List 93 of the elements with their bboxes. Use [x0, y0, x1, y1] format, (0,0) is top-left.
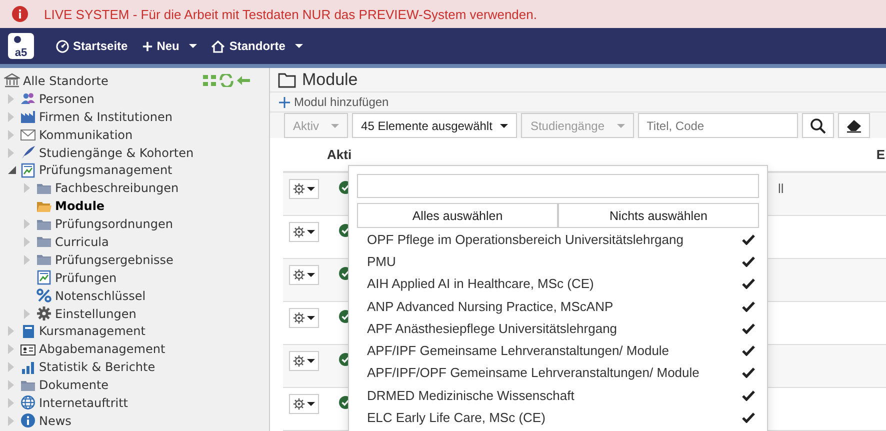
add-module-link[interactable]: Modul hinzufügen	[279, 95, 389, 110]
tree-item[interactable]: Prüfungsergebnisse	[55, 252, 174, 267]
gear-icon	[293, 398, 305, 410]
dropdown-option[interactable]: APF/IPF Gemeinsame Lehrveranstaltungen/ Module	[357, 339, 759, 362]
exam-icon	[36, 270, 52, 286]
tree-item[interactable]: Prüfungen	[55, 270, 117, 285]
tree-item[interactable]: Firmen & Institutionen	[39, 110, 172, 124]
program-select-dropdown[interactable]: 45 Elemente ausgewählt	[352, 113, 518, 138]
tree-item[interactable]: Statistik & Berichte	[39, 360, 156, 374]
select-none-button[interactable]: Nichts auswählen	[558, 203, 759, 228]
row-actions-button[interactable]	[289, 265, 319, 285]
page-title: Module	[302, 70, 358, 90]
search-field[interactable]: Titel, Code	[638, 113, 798, 138]
tree-item[interactable]: Abgabemanagement	[39, 342, 166, 356]
option-label: ELC Early Life Care, MSc (CE)	[367, 410, 546, 426]
row-actions-button[interactable]	[289, 179, 319, 199]
option-label: DRMED Medizinische Wissenschaft	[367, 388, 574, 403]
plus-icon	[279, 96, 290, 108]
tree-item[interactable]: News	[39, 414, 72, 428]
gear-icon	[293, 312, 305, 324]
option-label: AIH Applied AI in Healthcare, MSc (CE)	[367, 276, 594, 292]
folder-icon	[36, 252, 52, 268]
option-label: ANP Advanced Nursing Practice, MScANP	[367, 298, 614, 314]
collapse-icon[interactable]	[202, 74, 217, 88]
select-all-button[interactable]: Alles auswählen	[357, 203, 558, 228]
mail-icon	[20, 127, 36, 142]
option-label: APF/IPF Gemeinsame Lehrveranstaltungen/ Module	[367, 343, 670, 358]
tree-item[interactable]: Kommunikation	[39, 128, 133, 142]
tree-item[interactable]: Kursmanagement	[39, 324, 146, 338]
dropdown-option[interactable]: APF/IPF/OPF Gemeinsame Lehrveranstaltungen/ Module	[357, 362, 759, 384]
card-icon	[20, 342, 36, 357]
tree-item[interactable]: Personen	[39, 92, 94, 106]
tree-item[interactable]: Alle Standorte	[23, 74, 108, 88]
tree-item[interactable]: Module	[55, 199, 105, 214]
dropdown-option[interactable]: ANP Advanced Nursing Practice, MScANP	[357, 294, 759, 318]
refresh-icon[interactable]	[219, 74, 234, 88]
building-icon	[4, 73, 20, 88]
globe-icon	[20, 395, 36, 410]
exam-icon	[20, 162, 36, 178]
people-icon	[20, 91, 36, 106]
back-arrow-icon[interactable]	[236, 74, 251, 88]
tree-item[interactable]: Studiengänge & Kohorten	[39, 146, 194, 160]
tree-item[interactable]: Prüfungsordnungen	[55, 217, 173, 232]
tree-item[interactable]: Einstellungen	[55, 306, 136, 321]
option-label: OPF Pflege im Operationsbereich Universitätslehrgang	[367, 232, 684, 247]
eraser-icon	[844, 118, 863, 132]
gear-icon	[293, 183, 305, 195]
dashboard-icon	[56, 40, 69, 52]
gear-icon	[293, 355, 305, 367]
option-label: APF Anästhesiepflege Universitätslehrgang	[367, 320, 618, 336]
home-icon	[211, 40, 226, 52]
row-actions-button[interactable]	[289, 351, 319, 371]
banner-text: LIVE SYSTEM - Für die Arbeit mit Testdaten NUR das PREVIEW-System verwenden.	[44, 6, 537, 22]
plus-icon	[142, 40, 153, 52]
row-actions-button[interactable]	[289, 222, 319, 242]
dropdown-option[interactable]: APF Anästhesiepflege Universitätslehrgang	[357, 317, 759, 340]
info-icon	[20, 413, 36, 428]
tree-item[interactable]: Dokumente	[39, 378, 109, 392]
book-icon	[20, 324, 36, 339]
dropdown-option[interactable]: PMU	[357, 250, 759, 273]
search-icon	[810, 118, 826, 134]
option-label: PMU	[367, 254, 396, 269]
folder-icon	[278, 72, 296, 88]
factory-icon	[20, 109, 36, 124]
feather-icon	[20, 145, 36, 160]
clear-button[interactable]	[838, 113, 870, 138]
percent-icon	[36, 288, 52, 304]
gear-icon	[36, 306, 52, 322]
dropdown-option[interactable]: AIH Applied AI in Healthcare, MSc (CE)	[357, 272, 759, 295]
tree-item[interactable]: Internetauftritt	[39, 396, 128, 410]
logo[interactable]: a5	[8, 33, 34, 59]
row-actions-button[interactable]	[289, 394, 319, 414]
info-icon	[12, 6, 28, 22]
table-cell: ll	[778, 181, 784, 196]
search-button[interactable]	[802, 113, 834, 138]
tree-item[interactable]: Fachbeschreibungen	[55, 181, 179, 196]
column-header: Akti	[327, 147, 352, 162]
filter-field[interactable]	[357, 174, 759, 198]
nav-label: Startseite	[73, 39, 128, 53]
tree-item[interactable]: Prüfungsmanagement	[39, 163, 172, 178]
dropdown-option[interactable]: ELC Early Life Care, MSc (CE)	[357, 406, 759, 429]
chart-icon	[20, 360, 36, 375]
gear-icon	[293, 226, 305, 238]
nav-label: Standorte	[229, 39, 286, 53]
nav-label: Neu	[156, 39, 180, 53]
row-actions-button[interactable]	[289, 308, 319, 328]
dropdown-option[interactable]: DRMED Medizinische Wissenschaft	[357, 384, 759, 406]
dropdown-option[interactable]: OPF Pflege im Operationsbereich Universitätslehrgang	[357, 228, 759, 250]
tree-item[interactable]: Curricula	[55, 234, 109, 249]
folder-icon	[36, 234, 52, 250]
tree-item[interactable]: Notenschlüssel	[55, 288, 146, 303]
option-label: APF/IPF/OPF Gemeinsame Lehrveranstaltungen/ Module	[367, 365, 700, 380]
column-header: E	[876, 147, 885, 162]
